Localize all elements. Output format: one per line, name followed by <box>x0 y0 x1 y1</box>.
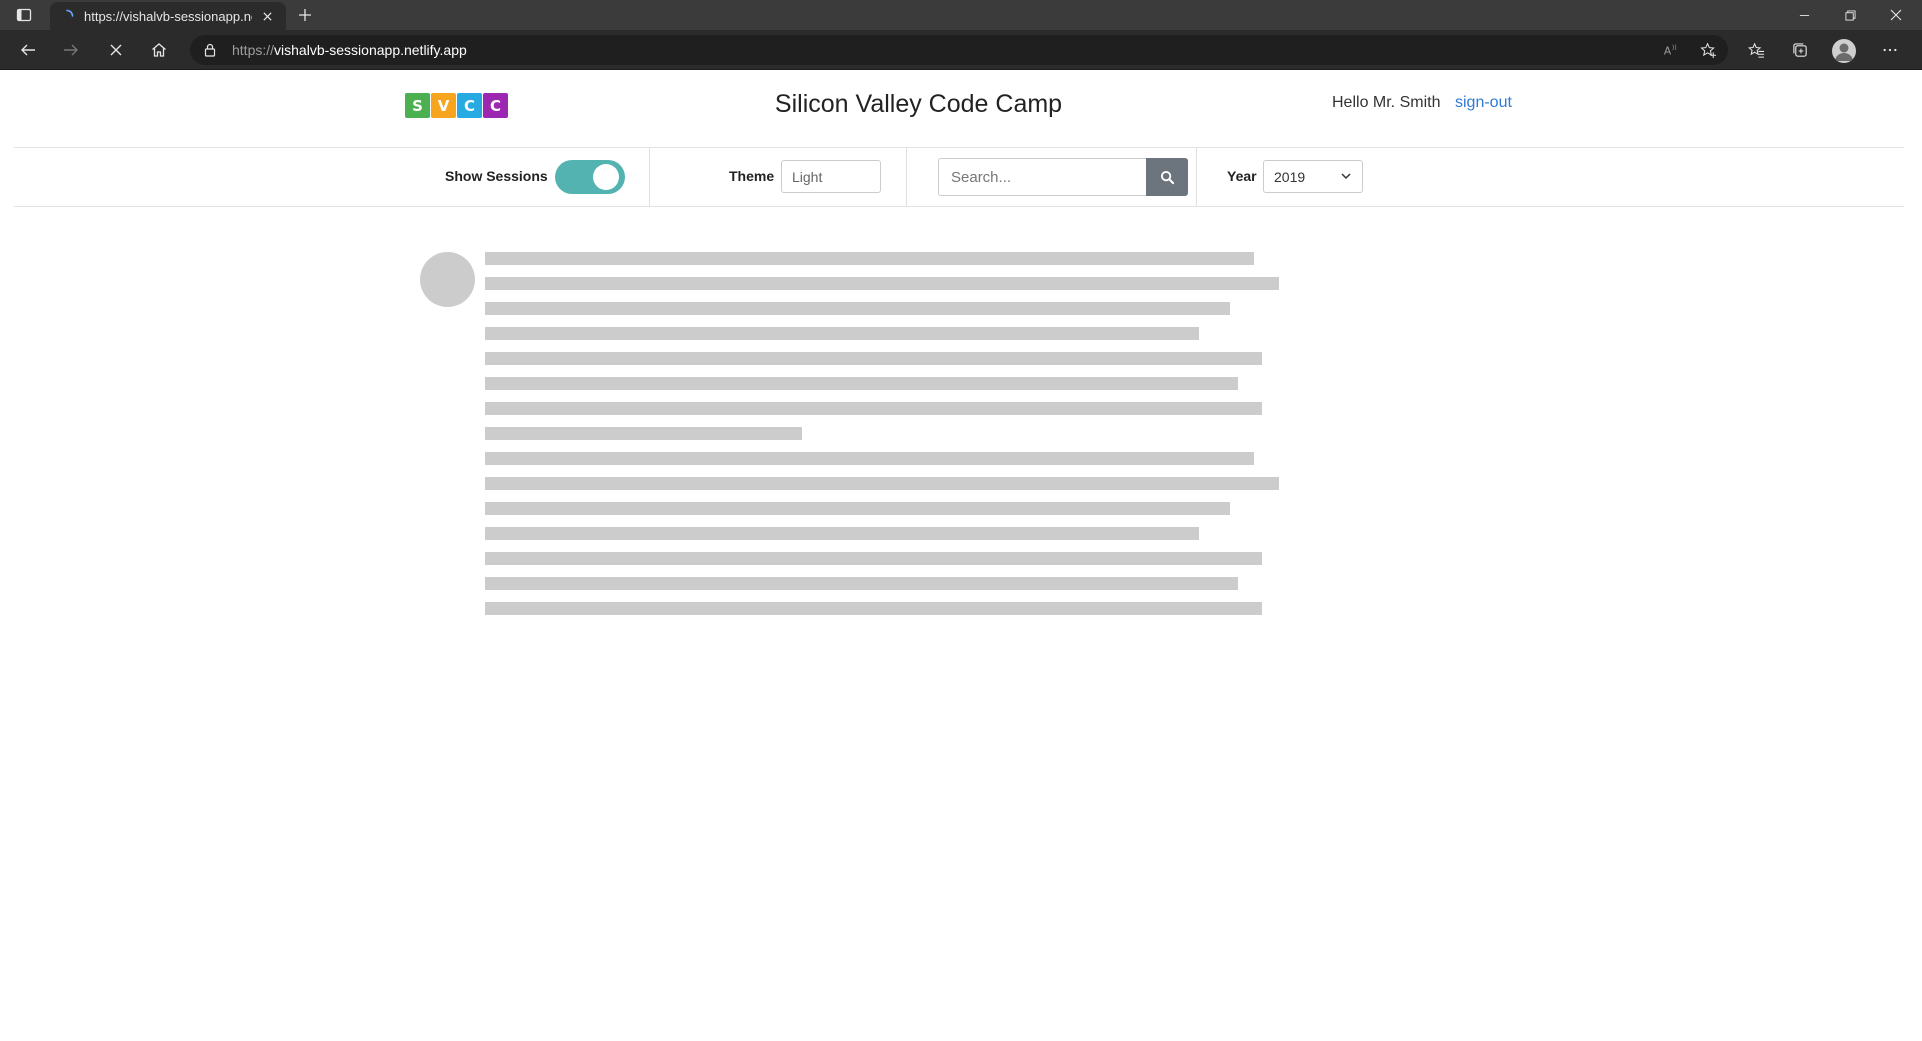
year-select[interactable]: 2019 <box>1263 160 1363 193</box>
divider <box>1196 148 1197 206</box>
restore-icon[interactable] <box>1827 0 1873 30</box>
loading-spinner-icon <box>60 9 74 23</box>
skeleton-line <box>485 327 1199 340</box>
home-icon[interactable] <box>143 35 175 65</box>
logo-letter-s: S <box>405 93 430 118</box>
skeleton-line <box>485 602 1262 615</box>
stop-loading-icon[interactable] <box>100 35 132 65</box>
show-sessions-toggle[interactable] <box>555 160 625 194</box>
controls-bar: Show Sessions Theme Light Year 2019 <box>14 147 1904 207</box>
page-title: Silicon Valley Code Camp <box>774 90 1063 118</box>
add-favorite-icon[interactable] <box>1693 35 1723 65</box>
tab-title: https://vishalvb-sessionapp.netlify.app <box>84 8 252 24</box>
theme-field[interactable]: Light <box>781 160 881 193</box>
skeleton-line <box>485 577 1238 590</box>
lock-icon[interactable] <box>202 42 218 58</box>
skeleton-line <box>485 302 1230 315</box>
tab-actions-icon[interactable] <box>10 4 38 26</box>
skeleton-line <box>485 427 802 440</box>
svg-text:)): )) <box>1672 44 1677 51</box>
new-tab-icon[interactable] <box>294 4 316 26</box>
year-value: 2019 <box>1274 168 1306 185</box>
browser-toolbar: https://vishalvb-sessionapp.netlify.app … <box>0 30 1922 70</box>
svcc-logo[interactable]: S V C C <box>405 93 509 118</box>
minimize-icon[interactable] <box>1781 0 1827 30</box>
toggle-knob <box>593 164 619 190</box>
skeleton-line <box>485 352 1262 365</box>
page-content: S V C C Silicon Valley Code Camp Hello M… <box>0 70 1922 1041</box>
divider <box>906 148 907 206</box>
user-greeting: Hello Mr. Smith <box>1332 94 1441 111</box>
skeleton-line <box>485 452 1254 465</box>
divider <box>649 148 650 206</box>
svg-text:A: A <box>1664 44 1672 57</box>
back-arrow-icon[interactable] <box>12 35 44 65</box>
browser-tab-active[interactable]: https://vishalvb-sessionapp.netlify.app <box>50 2 286 30</box>
url-text: https://vishalvb-sessionapp.netlify.app <box>232 42 467 58</box>
logo-letter-v: V <box>431 93 456 118</box>
skeleton-avatar <box>420 252 475 307</box>
tab-close-icon[interactable] <box>258 7 276 25</box>
search-icon <box>1160 170 1174 184</box>
show-sessions-label: Show Sessions <box>445 168 548 184</box>
settings-more-icon[interactable] <box>1875 35 1905 65</box>
skeleton-line <box>485 277 1279 290</box>
search-input[interactable] <box>938 158 1146 196</box>
skeleton-line <box>485 502 1230 515</box>
skeleton-line <box>485 527 1199 540</box>
skeleton-line <box>485 477 1279 490</box>
logo-letter-c1: C <box>457 93 482 118</box>
browser-tab-bar: https://vishalvb-sessionapp.netlify.app <box>0 0 1922 30</box>
collections-icon[interactable] <box>1785 35 1815 65</box>
skeleton-line <box>485 552 1262 565</box>
search-button[interactable] <box>1146 158 1188 196</box>
signout-link[interactable]: sign-out <box>1455 94 1512 112</box>
skeleton-line <box>485 377 1238 390</box>
profile-avatar[interactable] <box>1832 39 1856 63</box>
chevron-down-icon <box>1341 173 1351 180</box>
close-window-icon[interactable] <box>1873 0 1919 30</box>
theme-label: Theme <box>729 168 775 184</box>
read-aloud-icon[interactable]: A)) <box>1656 35 1686 65</box>
address-bar[interactable]: https://vishalvb-sessionapp.netlify.app <box>190 35 1728 65</box>
skeleton-line <box>485 402 1262 415</box>
skeleton-line <box>485 252 1254 265</box>
year-label: Year <box>1227 168 1257 184</box>
forward-arrow-icon[interactable] <box>55 35 87 65</box>
favorites-icon[interactable] <box>1741 35 1771 65</box>
logo-letter-c2: C <box>483 93 508 118</box>
